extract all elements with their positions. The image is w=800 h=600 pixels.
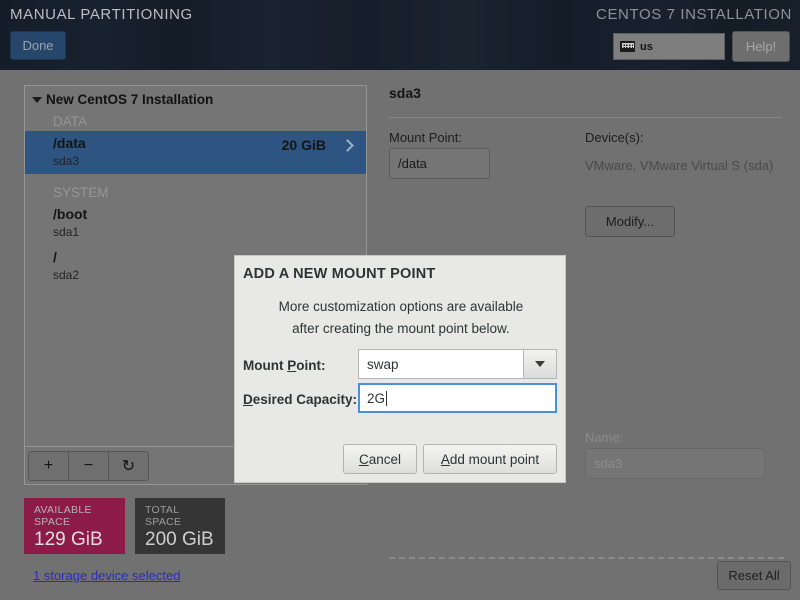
partition-mount-label: /boot xyxy=(53,206,88,222)
chevron-right-icon[interactable] xyxy=(342,138,352,154)
reload-partition-button[interactable]: ↻ xyxy=(108,450,149,481)
selected-device-title: sda3 xyxy=(389,85,421,101)
name-field-label: Name: xyxy=(585,430,624,445)
partition-device-label: sda3 xyxy=(53,154,80,168)
dialog-description: More customization options are available… xyxy=(235,296,567,340)
available-space-box: AVAILABLE SPACE 129 GiB xyxy=(24,498,125,554)
available-space-value: 129 GiB xyxy=(34,529,103,550)
dialog-cancel-button[interactable]: Cancel xyxy=(343,444,417,474)
devices-value: VMware, VMware Virtual S (sda) xyxy=(585,158,774,173)
total-space-box: TOTAL SPACE 200 GiB xyxy=(135,498,225,554)
dialog-mount-point-combobox[interactable]: swap xyxy=(358,349,557,379)
tree-root-label: New CentOS 7 Installation xyxy=(46,92,214,107)
modify-devices-button[interactable]: Modify... xyxy=(585,206,675,237)
product-title: CENTOS 7 INSTALLATION xyxy=(596,6,792,23)
dialog-capacity-input[interactable]: 2G xyxy=(358,383,557,413)
dialog-mount-point-input[interactable]: swap xyxy=(358,349,523,379)
chevron-down-icon[interactable] xyxy=(523,349,557,379)
partition-group-header-data: DATA xyxy=(53,114,88,129)
name-input: sda3 xyxy=(585,448,765,479)
mount-point-input[interactable]: /data xyxy=(389,148,490,179)
total-space-caption: TOTAL SPACE xyxy=(145,504,182,528)
details-divider xyxy=(389,117,782,118)
dialog-mount-point-label: Mount Point: xyxy=(243,358,326,373)
dialog-add-mount-point-button[interactable]: Add mount point xyxy=(423,444,557,474)
add-mount-point-dialog: ADD A NEW MOUNT POINT More customization… xyxy=(234,255,566,483)
text-caret xyxy=(386,390,388,406)
remove-partition-button[interactable]: − xyxy=(68,450,109,481)
installer-screen: MANUAL PARTITIONING CENTOS 7 INSTALLATIO… xyxy=(0,0,800,600)
done-button[interactable]: Done xyxy=(10,31,66,60)
partition-group-header-system: SYSTEM xyxy=(53,185,109,200)
keyboard-layout-label: us xyxy=(640,40,653,53)
dialog-description-line2: after creating the mount point below. xyxy=(292,321,510,336)
mount-point-label: Mount Point: xyxy=(389,130,462,145)
dialog-capacity-value: 2G xyxy=(367,390,386,406)
devices-label: Device(s): xyxy=(585,130,644,145)
dialog-description-line1: More customization options are available xyxy=(278,299,524,314)
partition-device-label: sda1 xyxy=(53,225,80,239)
dialog-title: ADD A NEW MOUNT POINT xyxy=(243,266,436,282)
tree-root-item[interactable]: New CentOS 7 Installation xyxy=(25,86,366,111)
main-content: New CentOS 7 Installation DATA /data sda… xyxy=(0,70,800,600)
triangle-down-icon[interactable] xyxy=(32,96,42,103)
details-dashed-divider xyxy=(389,557,784,559)
partition-row-boot[interactable]: /boot sda1 xyxy=(25,202,366,245)
storage-devices-link[interactable]: 1 storage device selected xyxy=(33,568,180,583)
available-space-caption: AVAILABLE SPACE xyxy=(34,504,92,528)
page-title: MANUAL PARTITIONING xyxy=(10,6,193,23)
keyboard-icon xyxy=(620,41,635,52)
top-header-bar: MANUAL PARTITIONING CENTOS 7 INSTALLATIO… xyxy=(0,0,800,70)
add-partition-button[interactable]: + xyxy=(28,450,69,481)
dialog-capacity-label: Desired Capacity: xyxy=(243,392,358,407)
partition-size-label: 20 GiB xyxy=(281,137,326,153)
reset-all-button[interactable]: Reset All xyxy=(717,561,791,590)
keyboard-layout-indicator[interactable]: us xyxy=(613,33,725,60)
partition-row-data[interactable]: /data sda3 20 GiB xyxy=(25,131,366,174)
total-space-value: 200 GiB xyxy=(145,529,214,550)
help-button[interactable]: Help! xyxy=(732,31,790,62)
